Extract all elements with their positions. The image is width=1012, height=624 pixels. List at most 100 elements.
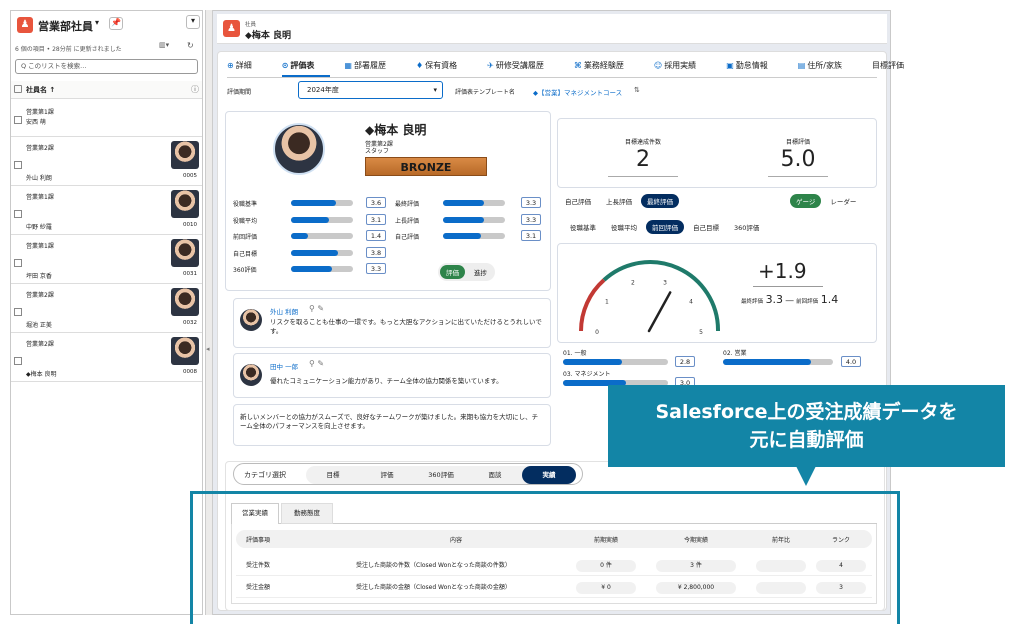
commenter-name[interactable]: 外山 利朗 <box>270 306 298 316</box>
comment-card-1: 外山 利朗 ⚲ ✎ リスクを取ることも仕事の一環です。もっと大胆なアクションに出… <box>233 298 551 348</box>
item-name[interactable]: 堀池 正美 <box>26 320 52 329</box>
select-all-checkbox[interactable] <box>14 85 22 93</box>
gauge-tick-label: 5 <box>699 329 703 336</box>
item-name[interactable]: 安西 萌 <box>26 117 46 126</box>
row-checkbox[interactable] <box>14 308 22 316</box>
list-item[interactable]: 営業第1課 安西 萌 <box>11 101 202 137</box>
seg_row2-option[interactable]: 自己目標 <box>687 220 725 234</box>
tab-3[interactable]: ♦ 保有資格 <box>416 60 473 75</box>
category-option[interactable]: 面談 <box>468 466 522 484</box>
item-name[interactable]: ◆梅本 良明 <box>26 369 57 378</box>
score-value: 3.3 <box>521 197 541 208</box>
list-title[interactable]: 営業部社員 <box>38 18 93 34</box>
tab-6[interactable]: ☺ 採用実績 <box>654 60 712 75</box>
category-label: 02. 営業 <box>723 350 747 357</box>
seg_row2-option[interactable]: 役職平均 <box>605 220 643 234</box>
tab-7[interactable]: ▣ 勤怠情報 <box>726 60 784 75</box>
tab-icon: ⌘ <box>573 61 582 70</box>
score-label: 最終評価 <box>395 201 420 208</box>
seg_row2-option[interactable]: 役職基準 <box>564 220 602 234</box>
category-option[interactable]: 評価 <box>360 466 414 484</box>
gauge-tick-label: 1 <box>605 298 609 305</box>
collapse-arrow-icon[interactable]: ◂ <box>206 345 210 353</box>
item-code: 0005 <box>183 173 197 179</box>
dropdown-caret-icon: ▾ <box>433 86 437 94</box>
item-name[interactable]: 坪田 京香 <box>26 271 52 280</box>
info-icon: ⓘ <box>191 85 199 94</box>
chevron-down-icon[interactable]: ▾ <box>95 18 99 27</box>
gauge-needle <box>647 291 672 333</box>
score-bar-fill <box>291 200 336 206</box>
record-type-label: 社員 <box>245 22 257 28</box>
commenter-name[interactable]: 田中 一郎 <box>270 361 298 371</box>
tab-5[interactable]: ⌘ 業務経験歴 <box>574 60 640 75</box>
gauge-tick-label: 4 <box>689 298 693 305</box>
period-value: 2024年度 <box>307 86 339 94</box>
refresh-icon[interactable]: ↻ <box>187 41 194 50</box>
seg_row2-option[interactable]: 360評価 <box>728 220 765 234</box>
comment-text: リスクを取ることも仕事の一環です。もっと大胆なアクションに出ていただけるとうれし… <box>270 318 542 335</box>
item-name[interactable]: 中野 紗羅 <box>26 222 52 231</box>
pin-icon[interactable]: 📌 <box>109 17 123 30</box>
tab-4[interactable]: ✈ 研修受講履歴 <box>487 60 560 75</box>
callout-pointer <box>796 466 816 486</box>
category-option[interactable]: 実績 <box>522 466 576 484</box>
column-name-header[interactable]: 社員名 ↑ <box>26 85 55 95</box>
category-option[interactable]: 目標 <box>306 466 360 484</box>
row-checkbox[interactable] <box>14 357 22 365</box>
row-checkbox[interactable] <box>14 161 22 169</box>
score-value: 3.6 <box>366 197 386 208</box>
seg_view-option[interactable]: ゲージ <box>790 194 822 208</box>
achieved-underline <box>608 176 678 177</box>
score-bar-fill <box>291 266 332 272</box>
person-icon: ⚲ ✎ <box>309 359 325 368</box>
period-select[interactable]: 2024年度 ▾ <box>298 81 443 99</box>
score-bar <box>291 233 353 239</box>
list-item[interactable]: 営業第1課 坪田 京香 0031 <box>11 235 202 284</box>
tab-8[interactable]: ▤ 住所/家族 <box>798 60 858 75</box>
list-meta: 6 個の項目 • 28分前 に更新されました <box>15 46 122 53</box>
row-checkbox[interactable] <box>14 259 22 267</box>
seg_row1-option[interactable]: 最終評価 <box>641 194 679 208</box>
seg_row1-option[interactable]: 上長評価 <box>600 194 638 208</box>
list-item[interactable]: 営業第2課 堀池 正美 0032 <box>11 284 202 333</box>
profile-avatar <box>273 123 325 175</box>
search-input[interactable]: Q このリストを検索... <box>15 59 198 74</box>
tab-9[interactable]: 目標評価 <box>872 60 920 75</box>
score-value: 3.1 <box>366 213 386 225</box>
score-bar <box>291 200 353 206</box>
seg_row2-option[interactable]: 前回評価 <box>646 220 684 234</box>
template-link[interactable]: ◆【営業】マネジメントコース <box>533 87 622 97</box>
category-option[interactable]: 360評価 <box>414 466 468 484</box>
eval-toggle-option[interactable]: 評価 <box>440 265 465 279</box>
tab-icon: ▦ <box>344 61 352 70</box>
tab-1[interactable]: ⊙ 評価表 <box>281 60 331 77</box>
tab-icon: ✈ <box>487 61 494 70</box>
item-photo <box>171 141 199 169</box>
score-label: 役職基準 <box>233 201 258 208</box>
tab-2[interactable]: ▦ 部署履歴 <box>344 60 402 75</box>
record-header: ♟ 社員 ◆梅本 良明 <box>217 14 887 44</box>
profile-name: ◆梅本 良明 <box>365 123 427 137</box>
item-name[interactable]: 外山 利朗 <box>26 173 52 182</box>
list-item[interactable]: 営業第2課 ◆梅本 良明 0008 <box>11 333 202 382</box>
score-label: 自己評価 <box>395 234 420 241</box>
item-dept: 営業第1課 <box>26 194 54 201</box>
seg_row1-option[interactable]: 自己評価 <box>559 194 597 208</box>
swap-icon[interactable]: ⇅ <box>634 86 640 94</box>
gauge-chart: 0 1 2 3 4 5 <box>579 260 721 336</box>
progress-toggle-option[interactable]: 進捗 <box>468 265 493 279</box>
commenter-avatar <box>240 309 262 331</box>
gauge-high-arc <box>602 260 721 332</box>
menu-dropdown-button[interactable]: ▾ <box>186 15 200 29</box>
row-checkbox[interactable] <box>14 116 22 124</box>
gauge-tick-label: 2 <box>631 280 635 287</box>
list-item[interactable]: 営業第2課 外山 利朗 0005 <box>11 137 202 186</box>
rank-badge: BRONZE <box>365 157 487 176</box>
row-checkbox[interactable] <box>14 210 22 218</box>
seg_view-option[interactable]: レーダー <box>824 194 862 208</box>
tab-0[interactable]: ⊕ 詳細 <box>227 60 268 75</box>
view-settings-icon[interactable]: ▥▾ <box>159 41 169 49</box>
category-value: 2.8 <box>675 356 695 367</box>
list-item[interactable]: 営業第1課 中野 紗羅 0010 <box>11 186 202 235</box>
